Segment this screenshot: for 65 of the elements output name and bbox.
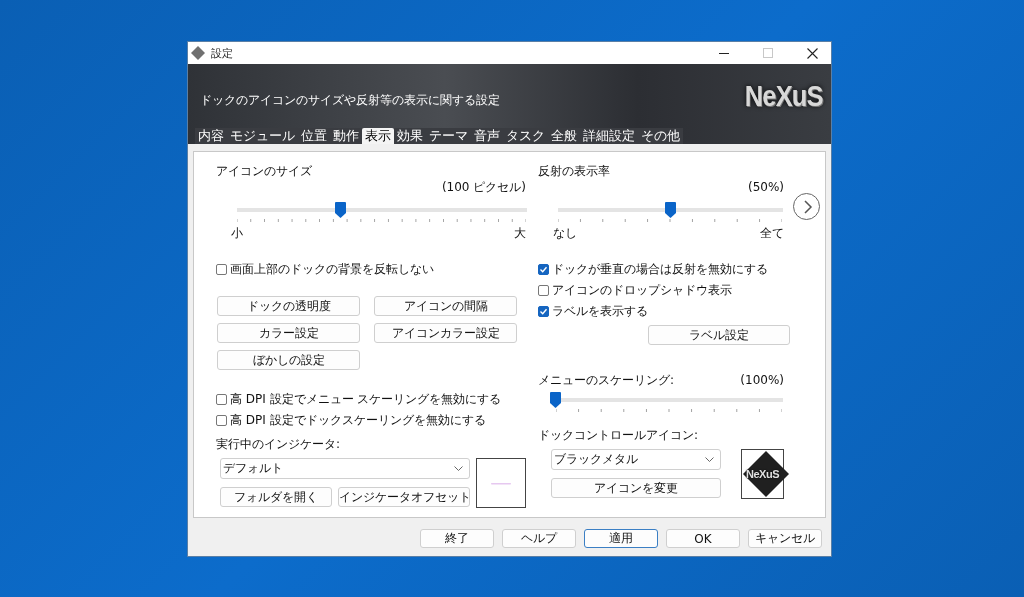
dialog-button[interactable]: OK xyxy=(666,529,740,548)
tab[interactable]: 全般 xyxy=(548,128,580,144)
slider-reading: (100%) xyxy=(740,373,784,387)
settings-button[interactable]: カラー設定 xyxy=(217,323,360,343)
settings-button[interactable]: アイコンカラー設定 xyxy=(374,323,517,343)
slider-reading: (100 ピクセル) xyxy=(441,180,526,194)
indicator-button[interactable]: フォルダを開く xyxy=(220,487,332,507)
max-label: 大 xyxy=(514,226,526,240)
settings-button[interactable]: ドックの透明度 xyxy=(217,296,360,316)
checkbox[interactable]: 高 DPI 設定でメニュー スケーリングを無効にする xyxy=(216,391,526,407)
slider-label: アイコンのサイズ xyxy=(216,163,313,180)
nexus-logo: NeXuS xyxy=(746,468,779,480)
dialog-button[interactable]: ヘルプ xyxy=(502,529,576,548)
min-label: なし xyxy=(553,226,577,240)
indicator-button[interactable]: インジケータオフセット xyxy=(338,487,470,507)
tab[interactable]: 詳細設定 xyxy=(580,128,638,144)
banner-description: ドックのアイコンのサイズや反射等の表示に関する設定 xyxy=(200,91,500,109)
close-icon[interactable] xyxy=(807,47,818,59)
min-label: 小 xyxy=(231,226,243,240)
indicator-label: 実行中のインジケータ: xyxy=(216,436,342,453)
change-icon-button[interactable]: アイコンを変更 xyxy=(551,478,721,498)
checkbox[interactable]: ラベルを表示する xyxy=(538,303,784,319)
checkbox-box[interactable] xyxy=(538,305,549,317)
settings-button[interactable]: ぼかしの設定 xyxy=(217,350,360,370)
dialog-button[interactable]: 適用 xyxy=(584,529,658,548)
diamond-icon xyxy=(191,46,205,60)
tab[interactable]: 位置 xyxy=(298,128,330,144)
checkbox-box[interactable] xyxy=(216,393,227,405)
dialog-button[interactable]: 終了 xyxy=(420,529,494,548)
icon-style-dropdown[interactable]: ブラックメタル xyxy=(551,449,721,470)
tab[interactable]: モジュール xyxy=(227,128,298,144)
settings-button[interactable]: アイコンの間隔 xyxy=(374,296,517,316)
tab[interactable]: 音声 xyxy=(471,128,503,144)
chevron-down-icon xyxy=(454,466,463,471)
slider-thumb[interactable] xyxy=(664,202,676,218)
glow-line-icon xyxy=(491,481,511,485)
checkbox-box[interactable] xyxy=(538,284,549,296)
slider-label: メニューのスケーリング: xyxy=(538,372,675,389)
tab[interactable]: テーマ xyxy=(426,128,471,144)
checkbox-box[interactable] xyxy=(216,414,227,426)
tab[interactable]: 内容 xyxy=(195,128,227,144)
nexus-logo: NeXuS xyxy=(745,79,823,113)
checkbox[interactable]: ドックが垂直の場合は反射を無効にする xyxy=(538,261,784,277)
tab[interactable]: その他 xyxy=(638,128,683,144)
label-settings-button[interactable]: ラベル設定 xyxy=(648,325,790,345)
max-label: 全て xyxy=(760,226,784,240)
next-button[interactable] xyxy=(793,193,820,220)
slider-thumb[interactable] xyxy=(550,392,561,408)
tab[interactable]: 表示 xyxy=(362,128,394,144)
chevron-right-icon xyxy=(802,199,813,214)
checkbox[interactable]: 画面上部のドックの背景を反転しない xyxy=(216,261,526,277)
checkbox-box[interactable] xyxy=(216,263,227,275)
tab[interactable]: 動作 xyxy=(330,128,362,144)
window-title: 設定 xyxy=(211,45,233,61)
indicator-dropdown[interactable]: デフォルト xyxy=(220,458,470,479)
dock-icon-label: ドックコントロールアイコン: xyxy=(538,427,700,444)
checkbox-box[interactable] xyxy=(538,263,549,275)
checkbox[interactable]: 高 DPI 設定でドックスケーリングを無効にする xyxy=(216,412,526,428)
slider-thumb[interactable] xyxy=(335,202,347,218)
tab[interactable]: 効果 xyxy=(394,128,426,144)
checkbox[interactable]: アイコンのドロップシャドウ表示 xyxy=(538,282,784,298)
slider-reading: (50%) xyxy=(747,180,784,194)
chevron-down-icon xyxy=(705,457,714,462)
slider-label: 反射の表示率 xyxy=(538,163,611,180)
dialog-button[interactable]: キャンセル xyxy=(748,529,822,548)
